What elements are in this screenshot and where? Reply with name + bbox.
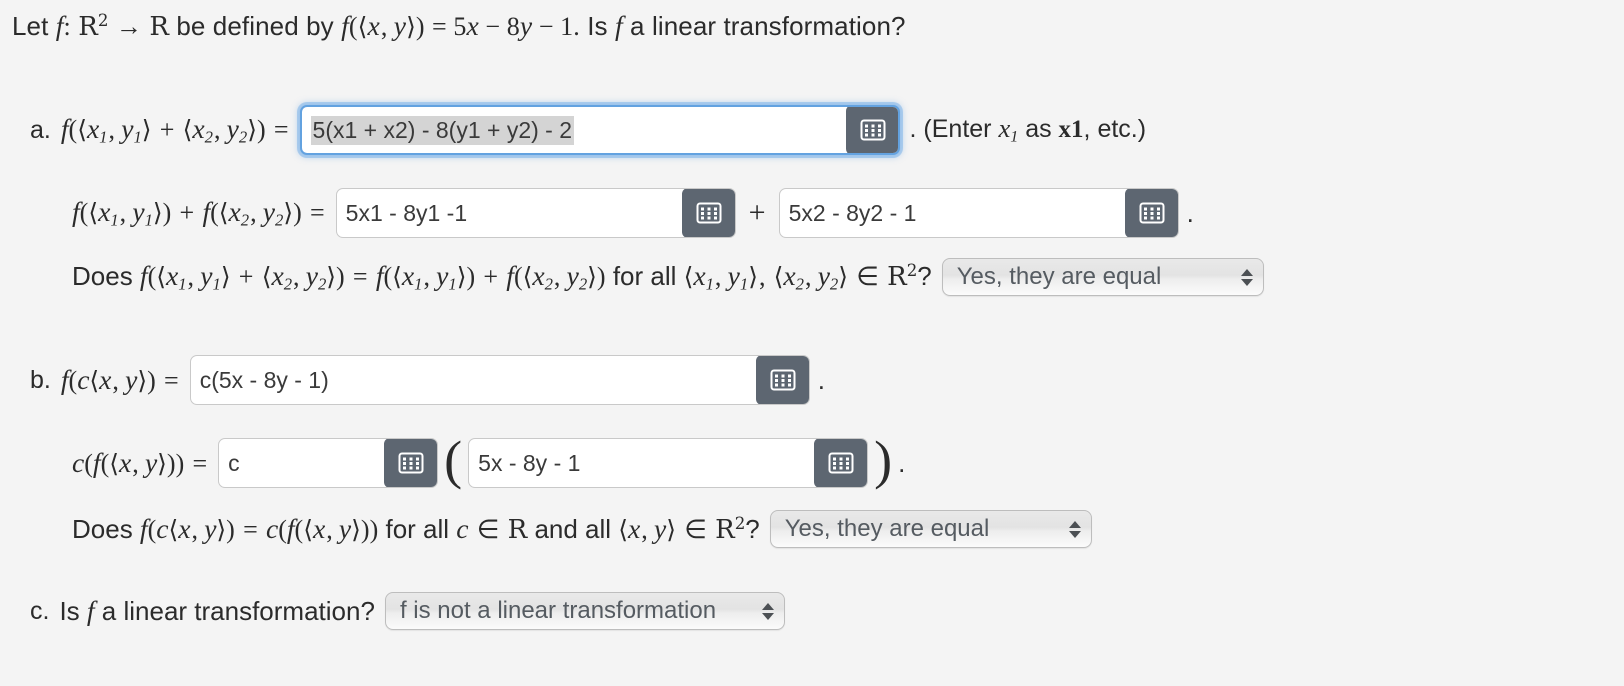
part-b-row2-lhs: c(f(⟨x, y⟩)) = (72, 447, 208, 478)
keypad-icon-button-a1[interactable] (845, 107, 898, 153)
part-b-row2-period: . (898, 447, 906, 478)
part-b-row: b. f(c⟨x, y⟩) = c(5x - 8y - 1) . (30, 355, 825, 405)
select-arrows-icon (1239, 268, 1255, 286)
chevron-up-icon (1068, 520, 1081, 528)
part-b-answer-value: c(5x - 8y - 1) (199, 366, 329, 393)
part-a-equality-select[interactable]: Yes, they are equal (941, 258, 1264, 296)
prompt-lead: Let (12, 11, 49, 41)
part-a-answer-field[interactable]: 5(x1 + x2) - 8(y1 + y2) - 2 (299, 105, 900, 155)
part-b-row2: c(f(⟨x, y⟩)) = c ( 5x - 8y - 1) . (72, 430, 906, 491)
prompt-domain-exponent: 2 (97, 10, 109, 30)
part-a-row2: f(⟨x1, y1⟩) + f(⟨x2, y2⟩) = 5x1 - 8y1 -1… (72, 188, 1194, 238)
part-c-select-value: f is not a linear transformation (399, 597, 717, 624)
part-a-row2-left-field[interactable]: 5x1 - 8y1 -1 (335, 188, 736, 238)
part-a-row2-right-field[interactable]: 5x2 - 8y2 - 1 (778, 188, 1179, 238)
part-a-hint-pre: . (Enter (909, 115, 992, 144)
part-a-hint-post: , etc.) (1083, 115, 1147, 144)
part-b-letter: b. (30, 365, 51, 394)
prompt-codomain: R (149, 12, 170, 42)
keypad-icon-button-b1[interactable] (755, 356, 809, 404)
part-b-row2-left-value: c (228, 449, 240, 476)
keypad-icon (860, 119, 886, 141)
part-a-row3-question: Does f(⟨x1, y1⟩ + ⟨x2, y2⟩) = f(⟨x1, y1⟩… (72, 259, 932, 294)
part-a-row2-right-value: 5x2 - 8y2 - 1 (788, 199, 917, 226)
part-b-row3-question: Does f(c⟨x, y⟩) = c(f(⟨x, y⟩)) for all c… (72, 513, 760, 545)
part-b-equality-select-value: Yes, they are equal (784, 515, 990, 542)
part-a-row2-left-value-wrap[interactable]: 5x1 - 8y1 -1 (337, 189, 682, 237)
part-c-select[interactable]: f is not a linear transformation (384, 592, 785, 630)
prompt-function-symbol: f (55, 10, 64, 41)
part-b-answer-value-wrap[interactable]: c(5x - 8y - 1) (191, 356, 756, 404)
part-b-row2-paren-close: ) (874, 430, 893, 491)
part-b-row2-right-value-wrap[interactable]: 5x - 8y - 1 (469, 439, 814, 487)
keypad-icon-button-a2l[interactable] (681, 189, 735, 237)
chevron-down-icon (761, 612, 774, 620)
chevron-down-icon (1240, 278, 1253, 286)
prompt-formula-f: f (341, 10, 349, 41)
keypad-icon (828, 452, 854, 474)
part-a-row: a. f(⟨x1, y1⟩ + ⟨x2, y2⟩) = 5(x1 + x2) -… (30, 105, 1146, 155)
part-a-hint-mid: as (1025, 115, 1052, 144)
prompt-colon: : (63, 12, 71, 41)
part-c-letter: c. (30, 596, 50, 625)
part-a-row2-plus: + (748, 196, 766, 229)
keypad-icon (1139, 202, 1165, 224)
part-b-row2-paren-open: ( (444, 430, 463, 491)
keypad-icon-button-b2l[interactable] (384, 439, 438, 487)
part-c-row: c. Is f a linear transformation? f is no… (30, 592, 785, 630)
part-a-row3: Does f(⟨x1, y1⟩ + ⟨x2, y2⟩) = f(⟨x1, y1⟩… (72, 258, 1264, 296)
part-b-row3: Does f(c⟨x, y⟩) = c(f(⟨x, y⟩)) for all c… (72, 510, 1092, 548)
select-arrows-icon (1067, 520, 1083, 538)
part-b-answer-field[interactable]: c(5x - 8y - 1) (189, 355, 810, 405)
select-arrows-icon (760, 602, 776, 620)
part-a-letter: a. (30, 115, 51, 144)
part-b-lhs-expression: f(c⟨x, y⟩) = (60, 364, 179, 395)
part-a-hint: . (Enter x1 as x1, etc.) (909, 113, 1147, 146)
prompt-formula: = 5x − 8y − 1. (432, 10, 580, 41)
keypad-icon-button-b2r[interactable] (814, 439, 868, 487)
keypad-icon (398, 452, 424, 474)
chevron-down-icon (1068, 530, 1081, 538)
part-a-row2-left-value: 5x1 - 8y1 -1 (345, 199, 468, 226)
keypad-icon-button-a2r[interactable] (1124, 189, 1178, 237)
part-a-row2-lhs: f(⟨x1, y1⟩) + f(⟨x2, y2⟩) = (72, 195, 325, 230)
part-b-row2-right-value: 5x - 8y - 1 (478, 449, 581, 476)
part-b-equality-select[interactable]: Yes, they are equal (769, 510, 1092, 548)
part-b-row2-right-field[interactable]: 5x - 8y - 1 (468, 438, 869, 488)
chevron-up-icon (1240, 268, 1253, 276)
part-a-hint-code: x1 (1058, 116, 1084, 144)
prompt-arrow: → (115, 12, 143, 41)
keypad-icon (770, 369, 796, 391)
part-a-row2-right-value-wrap[interactable]: 5x2 - 8y2 - 1 (780, 189, 1125, 237)
chevron-up-icon (761, 602, 774, 610)
part-a-answer-value: 5(x1 + x2) - 8(y1 + y2) - 2 (310, 115, 575, 145)
part-a-answer-value-wrap[interactable]: 5(x1 + x2) - 8(y1 + y2) - 2 (302, 107, 846, 153)
page-title: Let f: R2 → R be defined by f(⟨x, y⟩) = … (12, 10, 906, 42)
part-b-row2-left-value-wrap[interactable]: c (219, 439, 384, 487)
prompt-domain: R (78, 12, 98, 42)
part-a-equality-select-value: Yes, they are equal (956, 263, 1162, 290)
part-a-lhs-expression: f(⟨x1, y1⟩ + ⟨x2, y2⟩) = (60, 112, 289, 147)
prompt-tail: Is f a linear transformation? (587, 10, 906, 41)
part-a-row2-period: . (1186, 197, 1194, 228)
part-b-period: . (817, 364, 825, 395)
part-c-question: Is f a linear transformation? (59, 595, 375, 626)
part-b-row2-left-field[interactable]: c (218, 438, 439, 488)
keypad-icon (696, 202, 722, 224)
prompt-mid-text: be defined by (176, 11, 334, 41)
